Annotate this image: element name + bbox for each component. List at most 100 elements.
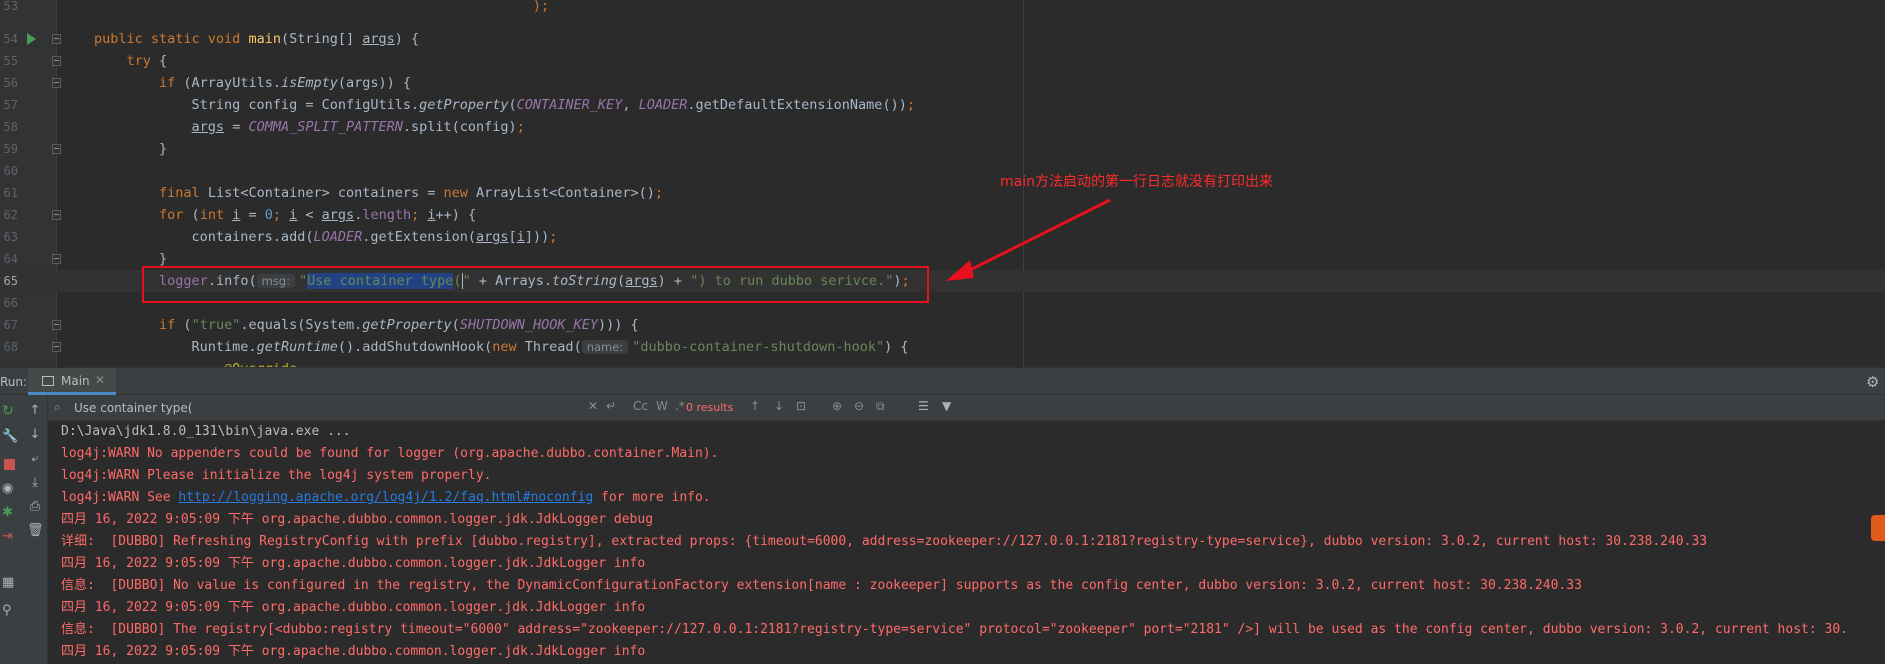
console-icon	[42, 376, 54, 386]
line-number: 60	[3, 164, 18, 178]
line-number: 53	[3, 0, 18, 13]
match-case-icon[interactable]: Cc	[633, 399, 648, 413]
code-text: final List<Container> containers = new A…	[159, 185, 663, 201]
line-number: 56	[3, 76, 18, 90]
fold-icon[interactable]	[52, 144, 61, 154]
rerun-icon[interactable]: ↻	[2, 403, 18, 419]
line-number: 67	[3, 318, 18, 332]
code-line-56[interactable]: 56 if (ArrayUtils.isEmpty(args)) {	[0, 72, 1885, 94]
code-text: );	[532, 0, 550, 14]
code-line-68[interactable]: 68 Runtime.getRuntime().addShutdownHook(…	[0, 336, 1885, 358]
line-number: 66	[3, 296, 18, 310]
line-number: 63	[3, 230, 18, 244]
fold-icon[interactable]	[52, 342, 61, 352]
code-line-60[interactable]: 60	[0, 160, 1885, 182]
wrench-icon[interactable]: 🔧	[2, 429, 18, 445]
remove-occurrence-icon[interactable]: ⊖	[854, 399, 864, 413]
code-text: containers.add(LOADER.getExtension(args[…	[94, 229, 558, 245]
annotation-text: main方法启动的第一行日志就没有打印出来	[1000, 174, 1273, 190]
console-toolbar: ↑ ↓ ⤶ ⤓ ⎙ 🗑	[22, 395, 48, 664]
close-icon[interactable]: ✕	[95, 373, 105, 387]
exit-icon[interactable]: ⇥	[2, 529, 18, 545]
fold-icon[interactable]	[52, 320, 61, 330]
whole-words-icon[interactable]: W	[656, 399, 668, 413]
console-line: 四月 16, 2022 9:05:09 下午 org.apache.dubbo.…	[61, 512, 654, 527]
run-left-toolbar: ↻ 🔧 ◉ ✱ ⇥ ▦ ⚲	[0, 395, 22, 664]
annotation-arrow	[946, 198, 1111, 281]
code-line-58[interactable]: 58 args = COMMA_SPLIT_PATTERN.split(conf…	[0, 116, 1885, 138]
code-text: args = COMMA_SPLIT_PATTERN.split(config)…	[191, 119, 525, 135]
code-text: for (int i = 0; i < args.length; i++) {	[159, 207, 477, 223]
search-results-count: 0 results	[686, 401, 734, 414]
line-number: 61	[3, 186, 18, 200]
layout-icon[interactable]: ▦	[2, 575, 18, 591]
code-text: String config = ConfigUtils.getProperty(…	[94, 97, 915, 113]
regex-icon[interactable]: .*	[675, 399, 685, 413]
gear-icon[interactable]: ⚙	[1866, 373, 1879, 391]
add-occurrence-icon[interactable]: ⊕	[832, 399, 842, 413]
code-line-53[interactable]: 53 );	[0, 0, 1885, 17]
search-input[interactable]	[74, 398, 584, 418]
debug-icon[interactable]: ✱	[2, 505, 18, 521]
tab-main[interactable]: Main ✕	[28, 368, 116, 395]
pin-icon[interactable]: ⚲	[2, 603, 18, 619]
soft-wrap-icon[interactable]: ⤶	[27, 451, 43, 467]
trash-icon[interactable]: 🗑	[27, 523, 44, 539]
fold-icon[interactable]	[52, 254, 61, 264]
highlight-box	[142, 266, 929, 303]
line-number: 62	[3, 208, 18, 222]
run-label: Run:	[0, 375, 28, 389]
print-icon[interactable]: ⎙	[27, 499, 43, 515]
console-text: log4j:WARN See	[61, 490, 179, 505]
run-gutter-icon[interactable]	[27, 33, 36, 45]
stop-icon[interactable]	[2, 457, 18, 473]
console-line: log4j:WARN See http://logging.apache.org…	[61, 487, 711, 509]
camera-icon[interactable]: ◉	[2, 481, 18, 497]
code-line-54[interactable]: 54 public static void main(String[] args…	[0, 28, 1885, 50]
console-line: 四月 16, 2022 9:05:09 下午 org.apache.dubbo.…	[61, 644, 646, 659]
console-line: 详细: [DUBBO] Refreshing RegistryConfig wi…	[61, 534, 1708, 549]
select-all-occurrences-icon[interactable]: ⧉	[876, 399, 885, 414]
line-number: 64	[3, 252, 18, 266]
code-text: if (ArrayUtils.isEmpty(args)) {	[159, 75, 412, 91]
console-line: 四月 16, 2022 9:05:09 下午 org.apache.dubbo.…	[61, 600, 646, 615]
console-line: log4j:WARN Please initialize the log4j s…	[61, 468, 492, 483]
console-search-bar: ⌕ ✕ ↵ Cc W .* 0 results ↑ ↓ ⊡ ⊕ ⊖ ⧉ ☰ ▼	[48, 395, 1885, 421]
line-number: 54	[3, 32, 18, 46]
code-editor[interactable]: 53 ); 54 public static void main(String[…	[0, 0, 1885, 367]
console-line: 信息: [DUBBO] No value is configured in th…	[61, 578, 1582, 593]
down-arrow-icon[interactable]: ↓	[27, 427, 43, 443]
code-text: }	[94, 141, 168, 157]
fold-icon[interactable]	[52, 210, 61, 220]
new-line-icon[interactable]: ↵	[606, 399, 616, 413]
filter-icon[interactable]: ▼	[942, 399, 951, 413]
faq-link[interactable]: http://logging.apache.org/log4j/1.2/faq.…	[178, 490, 593, 505]
code-text: Runtime.getRuntime().addShutdownHook(new…	[94, 339, 909, 355]
console-line: 信息: [DUBBO] The registry[<dubbo:registry…	[61, 622, 1848, 637]
next-occurrence-icon[interactable]: ↓	[774, 399, 784, 413]
scroll-to-end-icon[interactable]: ⤓	[27, 475, 43, 491]
fold-icon[interactable]	[52, 78, 61, 88]
fold-icon[interactable]	[52, 34, 61, 44]
line-number: 58	[3, 120, 18, 134]
side-tab-icon[interactable]	[1871, 515, 1885, 541]
code-line-59[interactable]: 59 }	[0, 138, 1885, 160]
line-number: 68	[3, 340, 18, 354]
up-arrow-icon[interactable]: ↑	[27, 403, 43, 419]
fold-icon[interactable]	[52, 56, 61, 66]
code-line-57[interactable]: 57 String config = ConfigUtils.getProper…	[0, 94, 1885, 116]
code-line-55[interactable]: 55 try {	[0, 50, 1885, 72]
options-icon[interactable]: ☰	[918, 399, 929, 413]
clear-search-icon[interactable]: ✕	[588, 399, 598, 413]
line-number: 59	[3, 142, 18, 156]
code-text: try {	[126, 53, 168, 69]
console-output[interactable]: D:\Java\jdk1.8.0_131\bin\java.exe ... lo…	[48, 421, 1885, 664]
line-number: 57	[3, 98, 18, 112]
console-line: 四月 16, 2022 9:05:09 下午 org.apache.dubbo.…	[61, 556, 646, 571]
code-line-67[interactable]: 67 if ("true".equals(System.getProperty(…	[0, 314, 1885, 336]
code-text: @Override	[94, 358, 297, 367]
console-text: for more info.	[593, 490, 711, 505]
select-all-icon[interactable]: ⊡	[796, 399, 806, 413]
code-text: public static void main(String[] args) {	[94, 31, 420, 47]
prev-occurrence-icon[interactable]: ↑	[750, 399, 760, 413]
